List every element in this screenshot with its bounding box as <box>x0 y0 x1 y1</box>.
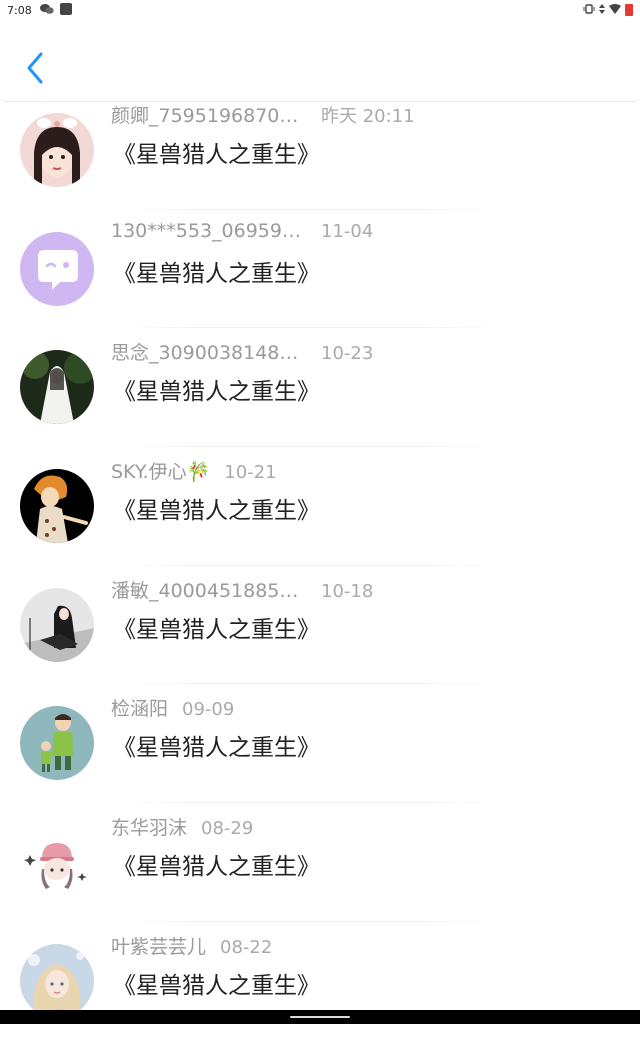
book-title[interactable]: 《星兽猎人之重生》 <box>113 966 320 1000</box>
user-name[interactable]: 130***553_069593... <box>111 220 307 242</box>
list-item[interactable]: SKY.伊心🎋 10-21 《星兽猎人之重生》 <box>0 447 640 566</box>
wifi-icon <box>609 4 621 17</box>
item-time: 昨天 20:11 <box>321 102 415 128</box>
avatar[interactable] <box>20 350 94 424</box>
list-item[interactable]: 检涵阳 09-09 《星兽猎人之重生》 <box>0 684 640 803</box>
vibrate-icon <box>583 4 595 17</box>
book-title[interactable]: 《星兽猎人之重生》 <box>113 254 320 288</box>
avatar[interactable] <box>20 825 94 899</box>
data-arrows-icon <box>599 4 605 17</box>
item-time: 11-04 <box>321 221 373 242</box>
battery-icon <box>625 4 633 16</box>
wechat-icon <box>40 3 54 18</box>
item-meta: 东华羽沫 08-29 <box>111 813 253 840</box>
user-name[interactable]: 颜卿_75951968702... <box>111 101 307 128</box>
book-title[interactable]: 《星兽猎人之重生》 <box>113 135 320 169</box>
avatar[interactable] <box>20 706 94 780</box>
book-title[interactable]: 《星兽猎人之重生》 <box>113 847 320 881</box>
item-meta: 检涵阳 09-09 <box>111 694 234 721</box>
book-title[interactable]: 《星兽猎人之重生》 <box>113 728 320 762</box>
book-title[interactable]: 《星兽猎人之重生》 <box>113 372 320 406</box>
list-item[interactable]: 东华羽沫 08-29 《星兽猎人之重生》 <box>0 803 640 922</box>
back-button[interactable] <box>22 50 48 86</box>
item-time: 10-21 <box>224 462 276 483</box>
user-name[interactable]: 东华羽沫 <box>111 813 187 840</box>
avatar[interactable] <box>20 944 94 1018</box>
top-app-bar <box>0 20 640 102</box>
book-title[interactable]: 《星兽猎人之重生》 <box>113 610 320 644</box>
home-handle[interactable] <box>290 1016 350 1018</box>
list-item[interactable]: 130***553_069593... 11-04 《星兽猎人之重生》 <box>0 210 640 329</box>
list-item[interactable]: 潘敏_40004518859... 10-18 《星兽猎人之重生》 <box>0 566 640 685</box>
item-time: 08-22 <box>220 937 272 958</box>
avatar[interactable] <box>20 113 94 187</box>
user-name[interactable]: 思念_30900381482... <box>111 338 307 365</box>
chevron-left-icon <box>26 52 44 84</box>
item-meta: 130***553_069593... 11-04 <box>111 220 373 242</box>
status-bar: 7:08 <box>0 0 640 20</box>
item-time: 09-09 <box>182 699 234 720</box>
status-time: 7:08 <box>7 4 32 17</box>
list-item[interactable]: 颜卿_75951968702... 昨天 20:11 《星兽猎人之重生》 <box>0 91 640 210</box>
item-meta: 颜卿_75951968702... 昨天 20:11 <box>111 101 415 128</box>
user-name[interactable]: 潘敏_40004518859... <box>111 576 307 603</box>
avatar[interactable] <box>20 588 94 662</box>
notification-icon <box>60 3 72 18</box>
system-nav-bar <box>0 1010 640 1024</box>
comment-list: 颜卿_75951968702... 昨天 20:11 《星兽猎人之重生》 130… <box>0 91 640 1041</box>
avatar[interactable] <box>20 469 94 543</box>
user-name[interactable]: 叶紫芸芸儿 <box>111 932 206 959</box>
item-meta: 叶紫芸芸儿 08-22 <box>111 932 272 959</box>
item-meta: 思念_30900381482... 10-23 <box>111 338 373 365</box>
user-name[interactable]: SKY.伊心🎋 <box>111 457 210 484</box>
item-meta: SKY.伊心🎋 10-21 <box>111 457 277 484</box>
item-time: 10-23 <box>321 343 373 364</box>
list-item[interactable]: 思念_30900381482... 10-23 《星兽猎人之重生》 <box>0 328 640 447</box>
item-meta: 潘敏_40004518859... 10-18 <box>111 576 373 603</box>
item-time: 10-18 <box>321 581 373 602</box>
book-title[interactable]: 《星兽猎人之重生》 <box>113 491 320 525</box>
avatar[interactable] <box>20 232 94 306</box>
user-name[interactable]: 检涵阳 <box>111 694 168 721</box>
status-right-icons <box>583 4 633 17</box>
item-time: 08-29 <box>201 818 253 839</box>
